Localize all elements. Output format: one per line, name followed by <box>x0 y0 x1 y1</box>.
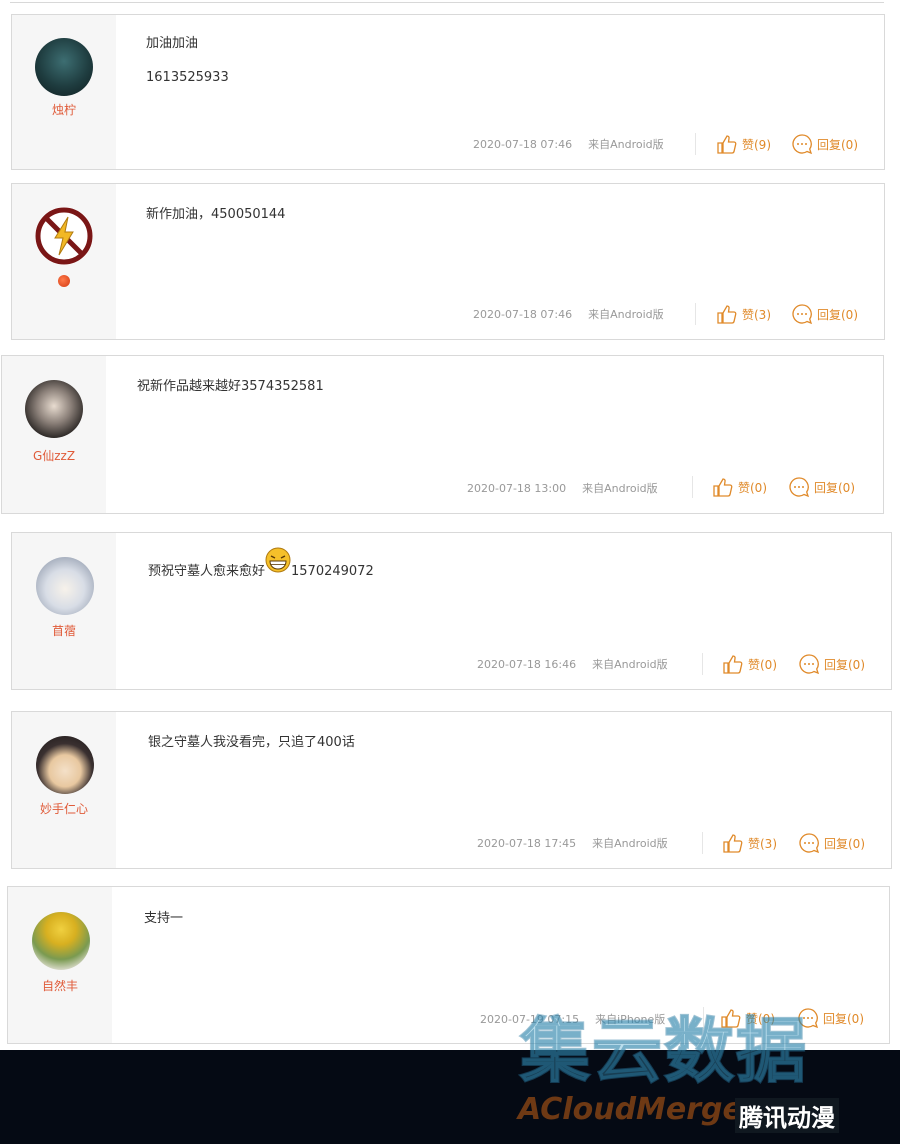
like-button[interactable]: 赞(0) <box>712 476 767 498</box>
comment-card: 新作加油，450050144 2020-07-18 07:46 来自Android… <box>11 183 885 340</box>
avatar[interactable] <box>32 912 90 970</box>
username[interactable]: 烛柠 <box>12 101 116 118</box>
reply-button[interactable]: 回复(0) <box>788 476 855 498</box>
flash-logo-icon <box>35 207 93 265</box>
comment-text: 预祝守墓人愈来愈好 1570249072 <box>148 547 374 581</box>
speech-bubble-icon <box>799 654 820 675</box>
comment-line: 预祝守墓人愈来愈好 1570249072 <box>148 547 374 581</box>
speech-bubble-icon <box>789 477 810 498</box>
comment-text: 银之守墓人我没看完，只追了400话 <box>148 734 355 752</box>
source-label: 来自Android版 <box>582 482 658 495</box>
comment-text-part: 预祝守墓人愈来愈好 <box>148 564 266 579</box>
username[interactable]: 苜蓿 <box>12 622 116 639</box>
comment-meta: 2020-07-18 07:46 来自Android版 <box>473 136 664 152</box>
comment-text: 祝新作品越来越好3574352581 <box>137 378 324 396</box>
like-count: 赞(9) <box>742 137 771 152</box>
avatar[interactable] <box>35 38 93 96</box>
thumbs-up-icon <box>723 834 743 853</box>
source-label: 来自Android版 <box>592 837 668 850</box>
source-label: 来自Android版 <box>592 658 668 671</box>
speech-bubble-icon <box>792 134 813 155</box>
grinning-face-icon <box>265 547 291 573</box>
comment-line: 支持一 <box>144 911 184 926</box>
comment-meta: 2020-07-18 17:45 来自Android版 <box>477 835 668 851</box>
avatar[interactable] <box>35 207 93 265</box>
comment-card: G仙zzZ 祝新作品越来越好3574352581 2020-07-18 13:0… <box>1 355 884 514</box>
comment-meta: 2020-07-18 16:46 来自Android版 <box>477 656 668 672</box>
divider <box>695 133 696 155</box>
speech-bubble-icon <box>792 304 813 325</box>
like-button[interactable]: 赞(9) <box>716 133 771 155</box>
reply-button[interactable]: 回复(0) <box>798 653 865 675</box>
like-count: 赞(3) <box>748 836 777 851</box>
top-divider <box>10 0 884 3</box>
divider <box>702 653 703 675</box>
reply-count: 回复(0) <box>817 307 858 322</box>
comment-line: 加油加油 <box>146 36 199 51</box>
thumbs-up-icon <box>723 655 743 674</box>
comment-line: 新作加油，450050144 <box>146 207 286 222</box>
comment-text-part: 1570249072 <box>291 564 374 579</box>
timestamp: 2020-07-18 07:46 <box>473 138 573 151</box>
reply-button[interactable]: 回复(0) <box>798 832 865 854</box>
reply-button[interactable]: 回复(0) <box>791 133 858 155</box>
timestamp: 2020-07-18 17:45 <box>477 837 577 850</box>
tomato-badge-icon <box>58 275 70 287</box>
comment-meta: 2020-07-18 13:00 来自Android版 <box>467 480 658 496</box>
comment-card: 苜蓿 预祝守墓人愈来愈好 1570249072 2020-07-18 16:46 来… <box>11 532 892 690</box>
reply-count: 回复(0) <box>824 836 865 851</box>
username[interactable]: G仙zzZ <box>2 447 106 464</box>
avatar[interactable] <box>36 736 94 794</box>
comment-card: 妙手仁心 银之守墓人我没看完，只追了400话 2020-07-18 17:45 来… <box>11 711 892 869</box>
reply-count: 回复(0) <box>817 137 858 152</box>
speech-bubble-icon <box>799 833 820 854</box>
comment-text: 加油加油 1613525933 <box>146 35 229 87</box>
thumbs-up-icon <box>713 478 733 497</box>
comment-text: 新作加油，450050144 <box>146 206 285 224</box>
watermark-badge: 腾讯动漫 <box>735 1098 839 1133</box>
timestamp: 2020-07-18 13:00 <box>467 482 567 495</box>
comment-line: 银之守墓人我没看完，只追了400话 <box>148 735 355 750</box>
divider <box>695 303 696 325</box>
avatar[interactable] <box>25 380 83 438</box>
like-count: 赞(3) <box>742 307 771 322</box>
source-label: 来自Android版 <box>588 308 664 321</box>
thumbs-up-icon <box>717 135 737 154</box>
comment-meta: 2020-07-18 07:46 来自Android版 <box>473 306 664 322</box>
watermark-text: 集云数据 <box>519 1009 808 1093</box>
username[interactable]: 自然丰 <box>8 977 112 994</box>
avatar[interactable] <box>36 557 94 615</box>
divider <box>702 832 703 854</box>
thumbs-up-icon <box>717 305 737 324</box>
comment-card: 烛柠 加油加油 1613525933 2020-07-18 07:46 来自And… <box>11 14 885 170</box>
comment-line: 祝新作品越来越好3574352581 <box>137 379 324 394</box>
reply-count: 回复(0) <box>814 480 855 495</box>
comment-line: 1613525933 <box>146 70 229 85</box>
watermark-latin: ACloudMerge <box>518 1092 743 1127</box>
like-button[interactable]: 赞(3) <box>716 303 771 325</box>
like-count: 赞(0) <box>748 657 777 672</box>
reply-count: 回复(0) <box>823 1011 864 1026</box>
comment-text: 支持一 <box>144 910 183 928</box>
like-button[interactable]: 赞(3) <box>722 832 777 854</box>
reply-count: 回复(0) <box>824 657 865 672</box>
timestamp: 2020-07-18 16:46 <box>477 658 577 671</box>
like-count: 赞(0) <box>738 480 767 495</box>
reply-button[interactable]: 回复(0) <box>791 303 858 325</box>
like-button[interactable]: 赞(0) <box>722 653 777 675</box>
source-label: 来自Android版 <box>588 138 664 151</box>
timestamp: 2020-07-18 07:46 <box>473 308 573 321</box>
divider <box>692 476 693 498</box>
username[interactable]: 妙手仁心 <box>12 800 116 817</box>
